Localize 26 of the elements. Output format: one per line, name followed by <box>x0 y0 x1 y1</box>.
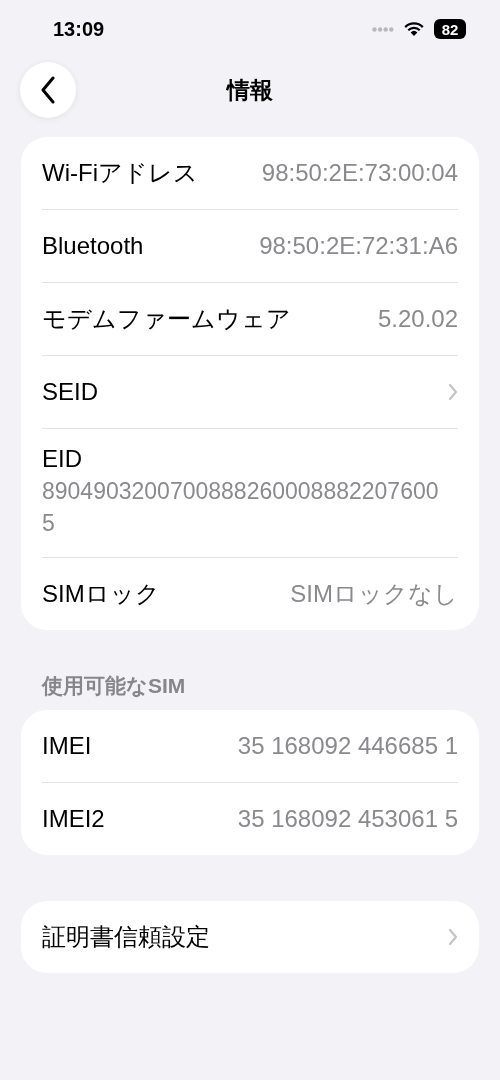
back-chevron-icon <box>40 76 56 104</box>
row-label: Bluetooth <box>42 232 144 260</box>
chevron-icon <box>448 383 458 401</box>
signal-dots-icon <box>372 26 394 32</box>
row-value: 35 168092 446685 1 <box>237 732 458 760</box>
wifi-icon <box>403 21 425 37</box>
battery-icon: 82 <box>434 19 466 39</box>
settings-row[interactable]: SEID <box>42 356 458 428</box>
row-value: 5.20.02 <box>377 305 458 333</box>
row-value: SIMロックなし <box>290 579 458 609</box>
settings-row[interactable]: 証明書信頼設定 <box>42 901 458 973</box>
row-value: 35 168092 453061 5 <box>237 805 458 833</box>
row-label: IMEI2 <box>42 805 105 833</box>
row-label: SIMロック <box>42 579 160 609</box>
status-time: 13:09 <box>53 17 105 41</box>
row-value: 98:50:2E:73:00:04 <box>261 159 458 187</box>
back-button[interactable] <box>20 62 76 118</box>
row-label: モデムファームウェア <box>42 304 291 334</box>
row-label: EID <box>42 445 82 473</box>
row-label: Wi-Fiアドレス <box>42 158 198 188</box>
row-label: IMEI <box>42 732 92 760</box>
row-value: 89049032007008882600088822076005 <box>42 477 440 538</box>
section-header: 使用可能なSIM <box>40 673 187 700</box>
page-title: 情報 <box>227 75 273 105</box>
chevron-icon <box>448 928 458 946</box>
row-value: 98:50:2E:72:31:A6 <box>259 232 458 260</box>
